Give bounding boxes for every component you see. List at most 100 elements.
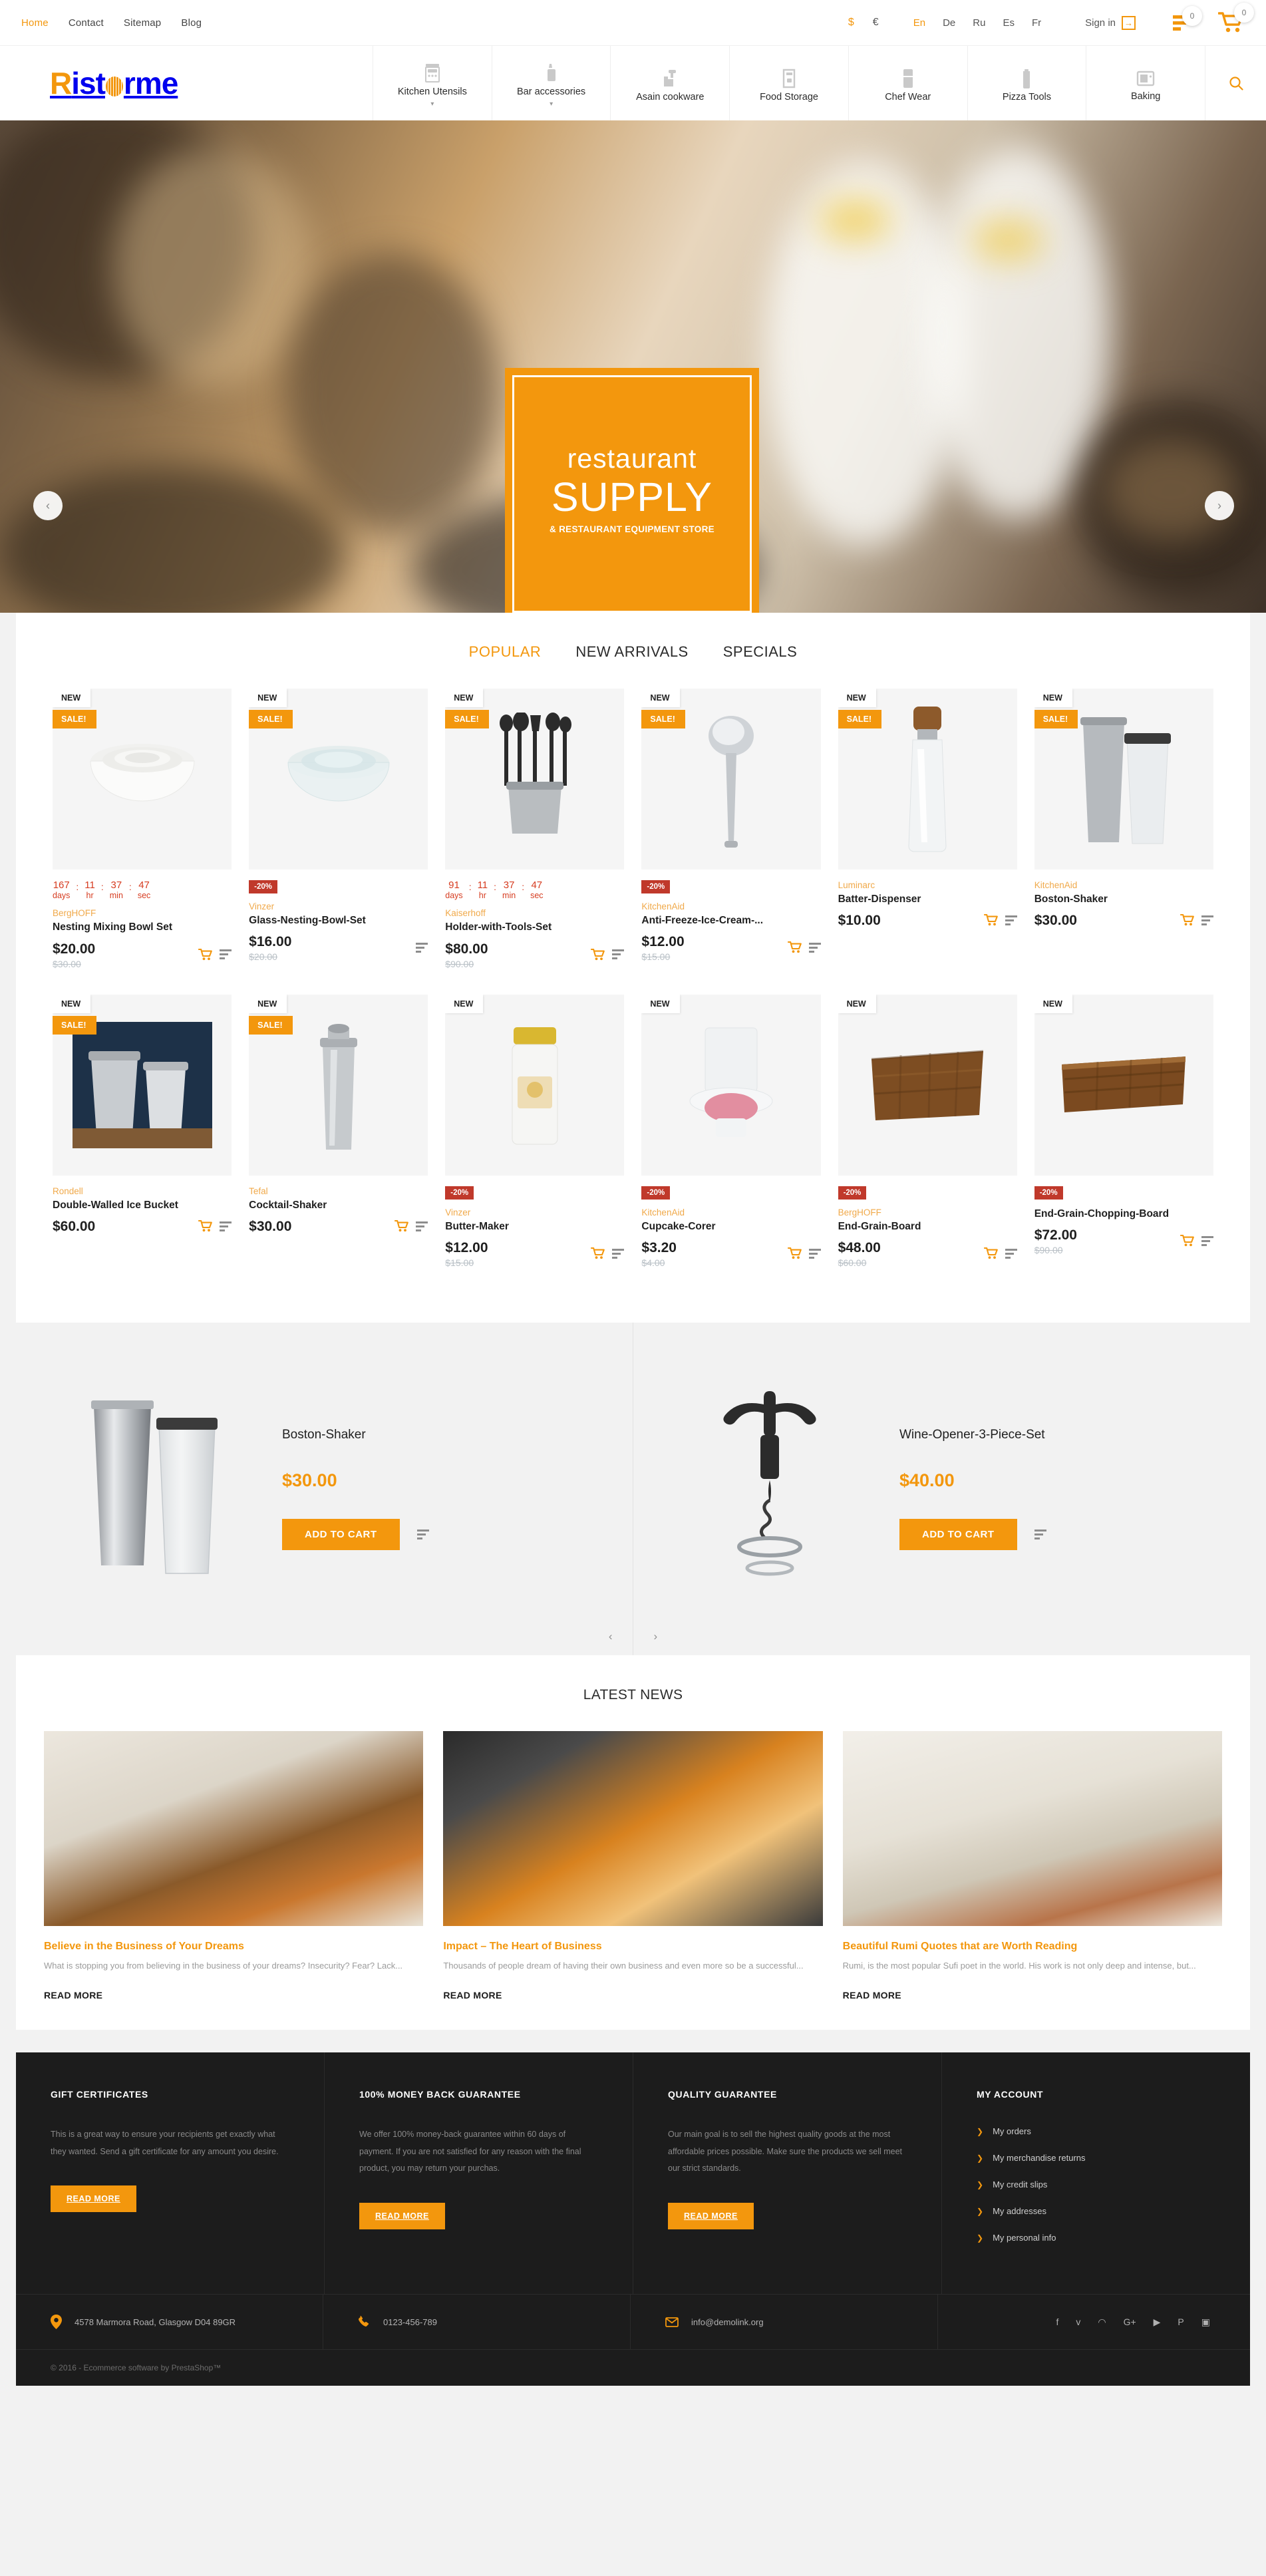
account-link-item[interactable]: ❯ My credit slips	[977, 2179, 1215, 2189]
facebook-icon[interactable]: f	[1056, 2317, 1058, 2327]
product-image[interactable]: NEW	[1034, 994, 1213, 1176]
top-link-contact[interactable]: Contact	[69, 17, 104, 29]
account-link-item[interactable]: ❯ My addresses	[977, 2206, 1215, 2216]
product-image[interactable]: NEW	[641, 994, 821, 1176]
nav-item-kitchen-utensils[interactable]: Kitchen Utensils ▾	[373, 46, 492, 120]
lang-fr[interactable]: Fr	[1032, 17, 1041, 29]
add-to-cart-icon[interactable]	[591, 948, 605, 961]
nav-item-baking[interactable]: Baking	[1086, 46, 1205, 120]
compare-icon[interactable]	[1034, 1530, 1046, 1539]
product-card[interactable]: NEW SALE! KitchenAid Boston-Shaker $30.00	[1026, 689, 1222, 969]
product-name[interactable]: Batter-Dispenser	[838, 893, 1017, 905]
product-name[interactable]: Boston-Shaker	[1034, 893, 1213, 905]
cart-button[interactable]: 0	[1218, 3, 1254, 33]
footer-read-more-button[interactable]: READ MORE	[51, 2185, 136, 2213]
product-card[interactable]: NEW SALE! 91 days : 11 hr : 37 min : 47 sec K…	[436, 689, 633, 969]
product-name[interactable]: Anti-Freeze-Ice-Cream-...	[641, 914, 820, 927]
currency-usd[interactable]: $	[848, 17, 854, 29]
product-image[interactable]: NEW SALE!	[1034, 689, 1213, 870]
lang-es[interactable]: Es	[1003, 17, 1015, 29]
compare-icon[interactable]	[416, 1221, 428, 1231]
nav-item-asain-cookware[interactable]: Asain cookware	[610, 46, 729, 120]
compare-button[interactable]: 0	[1173, 5, 1202, 31]
product-card[interactable]: NEW SALE! -20% Vinzer Glass-Nesting-Bowl-S…	[240, 689, 436, 969]
add-to-cart-icon[interactable]	[1180, 1235, 1194, 1247]
product-image[interactable]: NEW SALE!	[53, 689, 232, 870]
add-to-cart-icon[interactable]	[787, 941, 802, 953]
hero-next-button[interactable]: ›	[1205, 491, 1234, 520]
site-logo[interactable]: Rist rme	[0, 46, 373, 120]
footer-read-more-button[interactable]: READ MORE	[359, 2202, 445, 2229]
product-card[interactable]: NEW -20% Vinzer Butter-Maker $12.00 $15.0…	[436, 994, 633, 1268]
lang-ru[interactable]: Ru	[973, 17, 985, 29]
add-to-cart-button[interactable]: ADD TO CART	[899, 1519, 1017, 1550]
product-card[interactable]: NEW -20% End-Grain-Chopping-Board $72.00…	[1026, 994, 1222, 1268]
compare-icon[interactable]	[1201, 915, 1213, 925]
nav-item-bar-accessories[interactable]: Bar accessories ▾	[491, 46, 611, 120]
hero-prev-button[interactable]: ‹	[33, 491, 63, 520]
featured-product-image[interactable]	[43, 1363, 262, 1615]
product-image[interactable]: NEW	[838, 994, 1017, 1176]
account-link-item[interactable]: ❯ My merchandise returns	[977, 2153, 1215, 2163]
nav-item-pizza-tools[interactable]: Pizza Tools	[967, 46, 1086, 120]
featured-product-name[interactable]: Boston-Shaker	[282, 1428, 429, 1442]
top-link-blog[interactable]: Blog	[181, 17, 202, 29]
featured-product-image[interactable]	[660, 1363, 879, 1615]
news-read-more[interactable]: READ MORE	[443, 1990, 822, 2001]
compare-icon[interactable]	[416, 942, 428, 953]
account-link-item[interactable]: ❯ My personal info	[977, 2233, 1215, 2243]
language-switcher[interactable]: En De Ru Es Fr	[913, 17, 1041, 29]
featured-product-name[interactable]: Wine-Opener-3-Piece-Set	[899, 1428, 1046, 1442]
currency-eur[interactable]: €	[873, 17, 879, 29]
footer-email-text[interactable]: info@demolink.org	[691, 2317, 764, 2327]
news-image[interactable]	[842, 1731, 1222, 1926]
compare-icon[interactable]	[220, 949, 232, 960]
add-to-cart-icon[interactable]	[198, 1220, 212, 1232]
product-name[interactable]: Double-Walled Ice Bucket	[53, 1199, 232, 1211]
tab-specials[interactable]: SPECIALS	[723, 643, 798, 661]
compare-icon[interactable]	[612, 949, 625, 960]
product-card[interactable]: NEW SALE! -20% KitchenAid Anti-Freeze-Ice-…	[633, 689, 829, 969]
product-name[interactable]: Holder-with-Tools-Set	[445, 921, 624, 933]
compare-icon[interactable]	[808, 1248, 821, 1259]
compare-icon[interactable]	[220, 1221, 232, 1231]
news-read-more[interactable]: READ MORE	[44, 1990, 423, 2001]
product-name[interactable]: Cupcake-Corer	[641, 1220, 820, 1233]
pinterest-icon[interactable]: P	[1178, 2317, 1184, 2327]
add-to-cart-icon[interactable]	[591, 1247, 605, 1259]
footer-read-more-button[interactable]: READ MORE	[668, 2202, 754, 2229]
top-link-home[interactable]: Home	[21, 17, 49, 29]
product-image[interactable]: NEW	[445, 994, 625, 1176]
google-plus-icon[interactable]: G+	[1124, 2317, 1136, 2327]
compare-icon[interactable]	[612, 1248, 625, 1259]
product-card[interactable]: NEW SALE! Rondell Double-Walled Ice Bucke…	[44, 994, 240, 1268]
compare-icon[interactable]	[1005, 1248, 1017, 1259]
add-to-cart-icon[interactable]	[787, 1247, 802, 1259]
product-card[interactable]: NEW SALE! 167 days : 11 hr : 37 min : 47 sec …	[44, 689, 240, 969]
tab-popular[interactable]: POPULAR	[469, 643, 542, 661]
lang-en[interactable]: En	[913, 17, 925, 29]
add-to-cart-icon[interactable]	[395, 1220, 409, 1232]
sign-in-button[interactable]: Sign in →	[1085, 15, 1136, 30]
add-to-cart-icon[interactable]	[983, 914, 998, 926]
account-link-item[interactable]: ❯ My orders	[977, 2126, 1215, 2136]
news-image[interactable]	[44, 1731, 424, 1926]
product-name[interactable]: Butter-Maker	[445, 1220, 624, 1233]
product-name[interactable]: End-Grain-Chopping-Board	[1034, 1208, 1213, 1220]
compare-icon[interactable]	[808, 942, 821, 953]
compare-icon[interactable]	[416, 1530, 429, 1539]
product-image[interactable]: NEW SALE!	[641, 689, 821, 870]
add-to-cart-icon[interactable]	[983, 1247, 998, 1259]
product-image[interactable]: NEW SALE!	[249, 994, 428, 1176]
product-card[interactable]: NEW SALE! Tefal Cocktail-Shaker $30.00	[240, 994, 436, 1268]
product-image[interactable]: NEW SALE!	[53, 994, 232, 1176]
add-to-cart-icon[interactable]	[1180, 914, 1194, 926]
product-card[interactable]: NEW SALE! Luminarc Batter-Dispenser $10.0…	[830, 689, 1026, 969]
twitter-icon[interactable]: ᴠ	[1076, 2317, 1080, 2327]
product-name[interactable]: Cocktail-Shaker	[249, 1199, 428, 1211]
news-heading[interactable]: Impact – The Heart of Business	[443, 1941, 822, 1953]
product-image[interactable]: NEW SALE!	[249, 689, 428, 870]
footer-phone-text[interactable]: 0123-456-789	[383, 2317, 437, 2327]
product-card[interactable]: NEW -20% BergHOFF End-Grain-Board $48.00 …	[830, 994, 1026, 1268]
instagram-icon[interactable]: ▣	[1201, 2317, 1210, 2328]
